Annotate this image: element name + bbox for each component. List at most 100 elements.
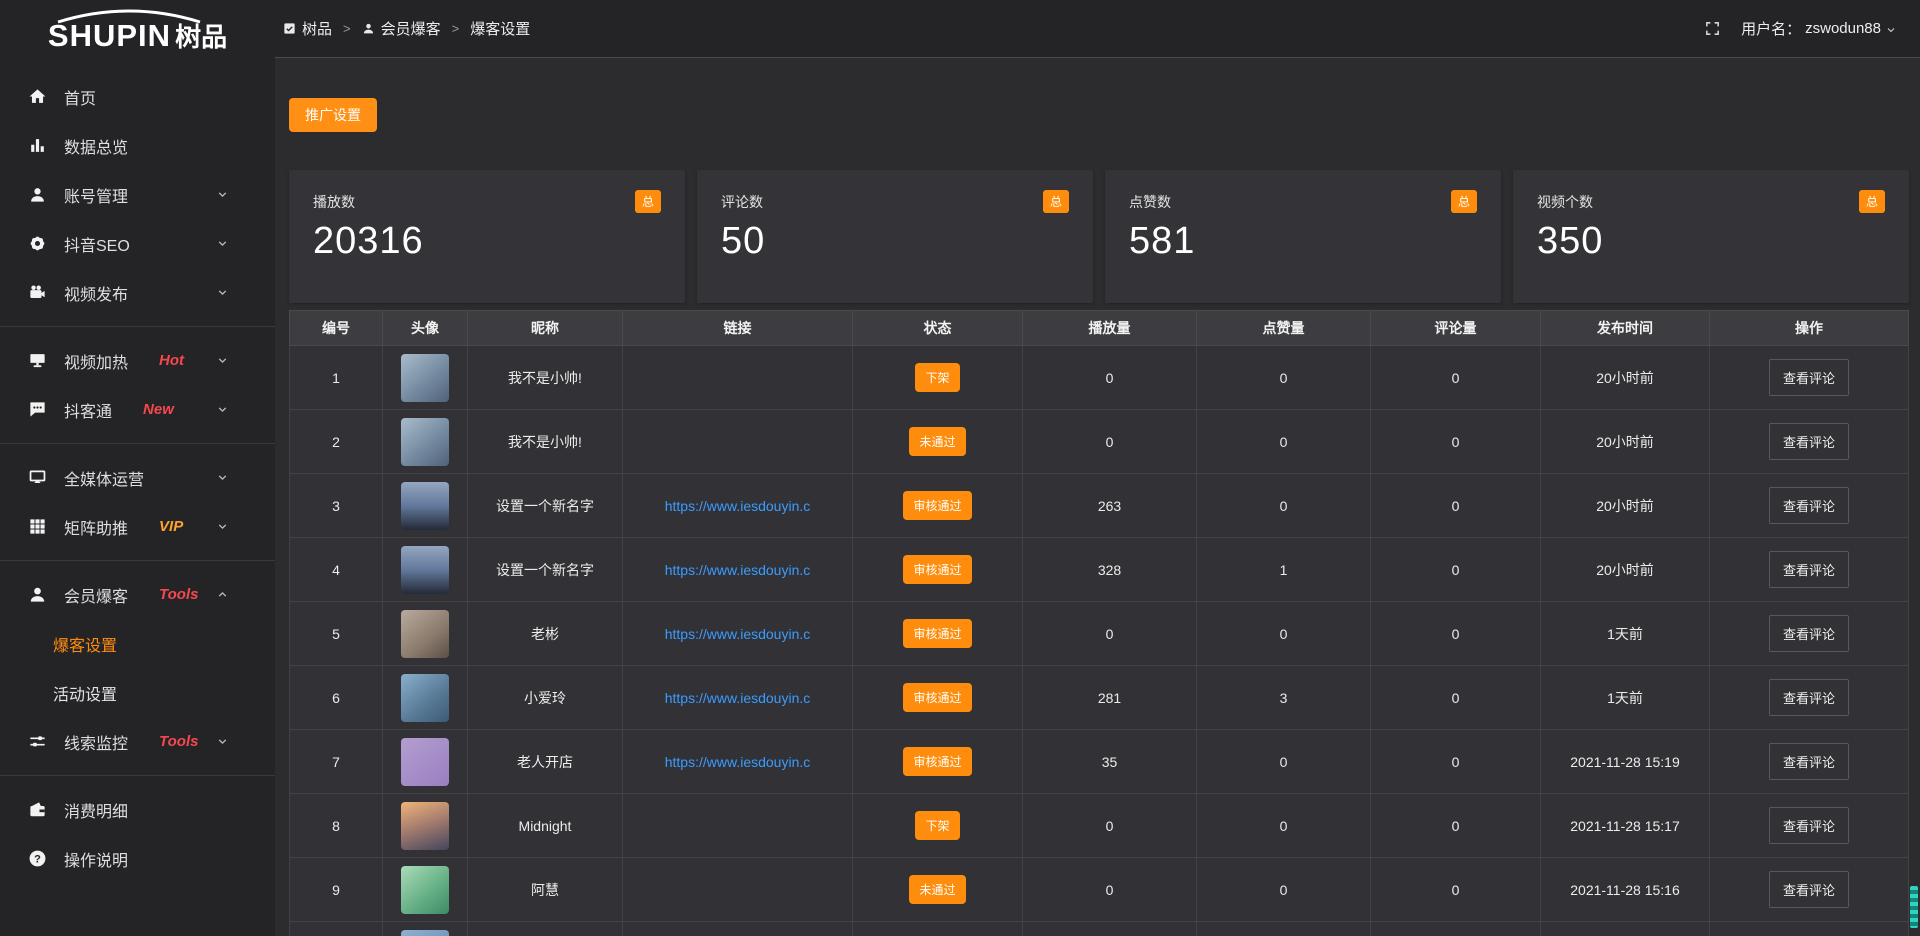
comments: 0 <box>1371 666 1541 730</box>
row-id: 5 <box>290 602 383 666</box>
view-comments-button[interactable]: 查看评论 <box>1769 423 1849 460</box>
breadcrumb-item-shupin[interactable]: 树品 <box>283 18 332 39</box>
chevron-up-icon <box>216 588 229 601</box>
nickname: 我不是小帅! <box>468 410 623 474</box>
publish-time: 2021-11-28 15:19 <box>1541 730 1710 794</box>
sidebar-item-clue-monitor[interactable]: 线索监控 Tools <box>0 717 275 766</box>
sidebar-item-account-management[interactable]: 账号管理 <box>0 170 275 219</box>
comments: 0 <box>1371 346 1541 410</box>
nickname: 老人开店 <box>468 730 623 794</box>
breadcrumb-item-baoke-settings[interactable]: 爆客设置 <box>470 18 530 39</box>
comments: 0 <box>1371 474 1541 538</box>
col-actions: 操作 <box>1710 311 1909 346</box>
comments: 0 <box>1371 730 1541 794</box>
view-comments-button[interactable]: 查看评论 <box>1769 615 1849 652</box>
video-link[interactable]: https://www.iesdouyin.c <box>623 562 852 578</box>
logo-cjk: 树品 <box>175 22 227 52</box>
sidebar-item-label: 视频发布 <box>64 281 128 305</box>
home-icon <box>28 87 47 106</box>
sidebar-subitem-activity-settings[interactable]: 活动设置 <box>0 668 275 717</box>
sidebar-divider <box>0 443 275 444</box>
sidebar-item-home[interactable]: 首页 <box>0 72 275 121</box>
sidebar: SHUPIN树品 首页 数据总览 账号管理 抖音SEO 视频发布 <box>0 0 275 936</box>
sidebar-item-data-overview[interactable]: 数据总览 <box>0 121 275 170</box>
chevron-down-icon <box>216 471 229 484</box>
sidebar-subitem-baoke-settings[interactable]: 爆客设置 <box>0 619 275 668</box>
video-link[interactable]: https://www.iesdouyin.c <box>623 754 852 770</box>
row-id: 9 <box>290 858 383 922</box>
status-badge: 审核通过 <box>903 555 971 584</box>
new-tag: New <box>143 401 174 418</box>
scrollbar-thumb[interactable] <box>1910 886 1918 928</box>
sidebar-subitem-label: 活动设置 <box>53 681 117 705</box>
breadcrumb-item-member-baoke[interactable]: 会员爆客 <box>362 18 441 39</box>
plays: 281 <box>1023 666 1197 730</box>
sidebar-item-instructions[interactable]: ? 操作说明 <box>0 834 275 883</box>
nickname: 我不是小帅! <box>468 346 623 410</box>
hot-tag: Hot <box>159 352 184 369</box>
sidebar-divider <box>0 560 275 561</box>
status-badge: 下架 <box>915 363 959 392</box>
sidebar-item-douyin-seo[interactable]: 抖音SEO <box>0 219 275 268</box>
chevron-down-icon <box>216 237 229 250</box>
username-label: 用户名： <box>1741 18 1801 39</box>
stat-label: 视频个数 <box>1537 192 1885 212</box>
sidebar-item-label: 首页 <box>64 85 96 109</box>
col-comments: 评论量 <box>1371 311 1541 346</box>
promotion-settings-button[interactable]: 推广设置 <box>289 98 377 132</box>
view-comments-button[interactable]: 查看评论 <box>1769 679 1849 716</box>
view-comments-button[interactable]: 查看评论 <box>1769 551 1849 588</box>
likes: 1 <box>1197 538 1371 602</box>
col-publish-time: 发布时间 <box>1541 311 1710 346</box>
sidebar-item-label: 视频加热 <box>64 349 128 373</box>
view-comments-button[interactable]: 查看评论 <box>1769 487 1849 524</box>
video-link[interactable]: https://www.iesdouyin.c <box>623 498 852 514</box>
video-link[interactable]: https://www.iesdouyin.c <box>623 626 852 642</box>
main-content: 推广设置 播放数 20316 总 评论数 50 总 点赞数 581 总 视频个数… <box>275 58 1920 936</box>
publish-time: 20小时前 <box>1541 346 1710 410</box>
publish-time: 1天前 <box>1541 666 1710 730</box>
row-id <box>290 922 383 936</box>
sidebar-item-label: 线索监控 <box>64 730 128 754</box>
sidebar-item-all-media[interactable]: 全媒体运营 <box>0 453 275 502</box>
stat-label: 播放数 <box>313 192 661 212</box>
video-link[interactable]: https://www.iesdouyin.c <box>623 690 852 706</box>
likes: 0 <box>1197 858 1371 922</box>
table-header-row: 编号 头像 昵称 链接 状态 播放量 点赞量 评论量 发布时间 操作 <box>290 311 1909 346</box>
row-id: 7 <box>290 730 383 794</box>
sliders-icon <box>28 732 47 751</box>
stat-value: 350 <box>1537 220 1885 263</box>
nickname: 阿慧 <box>468 858 623 922</box>
view-comments-button[interactable]: 查看评论 <box>1769 871 1849 908</box>
sidebar-item-matrix-boost[interactable]: 矩阵助推 VIP <box>0 502 275 551</box>
stat-card-plays: 播放数 20316 总 <box>289 170 685 303</box>
sidebar-nav: 首页 数据总览 账号管理 抖音SEO 视频发布 视频加热 Hot <box>0 72 275 883</box>
row-id: 8 <box>290 794 383 858</box>
user-menu[interactable]: 用户名：zswodun88 <box>1741 18 1897 39</box>
username: zswodun88 <box>1805 20 1881 37</box>
avatar <box>401 930 449 936</box>
sidebar-item-video-heat[interactable]: 视频加热 Hot <box>0 336 275 385</box>
sidebar-item-video-publish[interactable]: 视频发布 <box>0 268 275 317</box>
table-row: 5 老彬 https://www.iesdouyin.c 审核通过 0 0 0 … <box>290 602 1909 666</box>
col-plays: 播放量 <box>1023 311 1197 346</box>
table-row: 2 我不是小帅! 未通过 0 0 0 20小时前 查看评论 <box>290 410 1909 474</box>
top-bar: 树品 > 会员爆客 > 爆客设置 用户名：zswodun88 <box>275 0 1920 58</box>
stat-value: 581 <box>1129 220 1477 263</box>
view-comments-button[interactable]: 查看评论 <box>1769 743 1849 780</box>
nickname: 老彬 <box>468 602 623 666</box>
publish-time: 2021-11-28 15:17 <box>1541 794 1710 858</box>
view-comments-button[interactable]: 查看评论 <box>1769 359 1849 396</box>
stat-cards: 播放数 20316 总 评论数 50 总 点赞数 581 总 视频个数 350 … <box>289 170 1909 303</box>
fullscreen-icon[interactable] <box>1704 20 1721 37</box>
table-row: 6 小爱玲 https://www.iesdouyin.c 审核通过 281 3… <box>290 666 1909 730</box>
view-comments-button[interactable]: 查看评论 <box>1769 807 1849 844</box>
sidebar-item-member-baoke[interactable]: 会员爆客 Tools <box>0 570 275 619</box>
sidebar-item-douketong[interactable]: 抖客通 New <box>0 385 275 434</box>
screen-icon <box>28 468 47 487</box>
publish-time: 2021-11-28 15:16 <box>1541 858 1710 922</box>
comments: 0 <box>1371 602 1541 666</box>
sidebar-item-consumption-details[interactable]: 消费明细 <box>0 785 275 834</box>
total-badge: 总 <box>1451 190 1477 213</box>
sidebar-divider <box>0 775 275 776</box>
